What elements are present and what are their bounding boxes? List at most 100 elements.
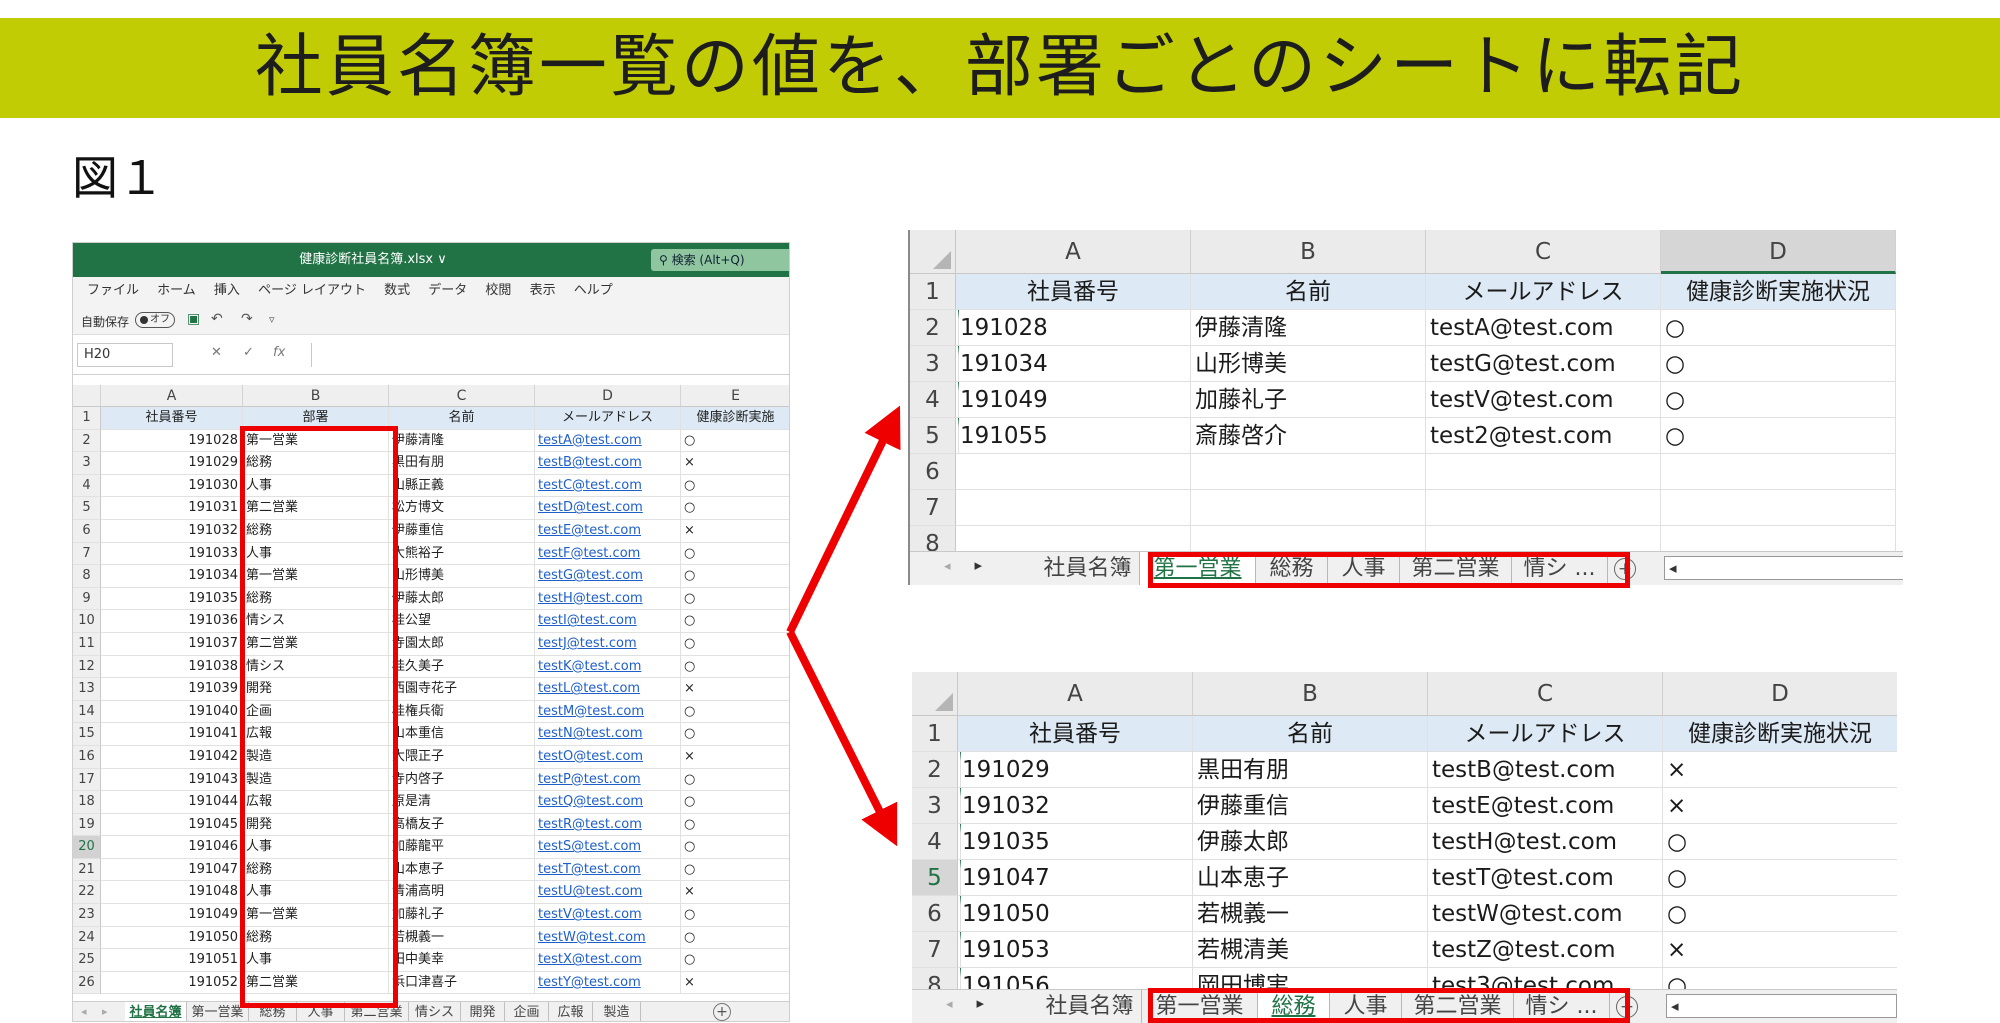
cell-checkup[interactable]: × xyxy=(1663,932,1897,968)
row-number[interactable]: 1 xyxy=(910,274,956,310)
cell-name[interactable]: 若槻義一 xyxy=(1193,896,1428,932)
cell-email[interactable]: testH@test.com xyxy=(1428,824,1663,860)
header-checkup[interactable]: 健康診断実施状況 xyxy=(1661,274,1896,310)
cell-name[interactable]: 加藤礼子 xyxy=(1191,382,1426,418)
cell-employee-id[interactable]: 191047 xyxy=(958,860,1193,896)
cell-employee-id[interactable]: 191035 xyxy=(958,824,1193,860)
column-header-a[interactable]: A xyxy=(958,672,1193,716)
cell-name[interactable]: 伊藤太郎 xyxy=(1193,824,1428,860)
cell-employee-id[interactable]: 191055 xyxy=(956,418,1191,454)
number-as-text-indicator-icon xyxy=(958,346,959,382)
cell-name[interactable] xyxy=(1191,454,1426,490)
number-as-text-indicator-icon xyxy=(960,824,961,860)
row-number[interactable]: 7 xyxy=(910,490,956,526)
cell-email[interactable]: test2@test.com xyxy=(1426,418,1661,454)
select-all-corner[interactable] xyxy=(912,672,958,716)
cell-email[interactable] xyxy=(1426,490,1661,526)
cell-employee-id[interactable] xyxy=(956,454,1191,490)
cell-name[interactable]: 山形博美 xyxy=(1191,346,1426,382)
column-header-c[interactable]: C xyxy=(1428,672,1663,716)
row-number[interactable]: 7 xyxy=(912,932,958,968)
row-number[interactable]: 5 xyxy=(912,860,958,896)
table-row: 5 191047 山本恵子 testT@test.com ○ xyxy=(912,860,1897,896)
sheet-nav-arrows-icon[interactable]: ◂ ▸ xyxy=(944,556,982,574)
cell-checkup[interactable]: ○ xyxy=(1663,896,1897,932)
cell-checkup[interactable]: ○ xyxy=(1663,824,1897,860)
cell-email[interactable]: testV@test.com xyxy=(1426,382,1661,418)
cell-checkup[interactable]: ○ xyxy=(1663,860,1897,896)
sheet-nav-arrows-icon[interactable]: ◂ ▸ xyxy=(946,994,984,1012)
cell-name[interactable]: 伊藤清隆 xyxy=(1191,310,1426,346)
header-name[interactable]: 名前 xyxy=(1193,716,1428,752)
cell-checkup[interactable]: ○ xyxy=(1661,418,1896,454)
cell-name[interactable]: 山本恵子 xyxy=(1193,860,1428,896)
cell-employee-id[interactable]: 191034 xyxy=(956,346,1191,382)
number-as-text-indicator-icon xyxy=(960,752,961,788)
column-header-b[interactable]: B xyxy=(1191,230,1426,274)
cell-employee-id[interactable] xyxy=(956,490,1191,526)
row-number[interactable]: 3 xyxy=(912,788,958,824)
table-row: 4 191049 加藤礼子 testV@test.com ○ xyxy=(910,382,1903,418)
header-employee-id[interactable]: 社員番号 xyxy=(956,274,1191,310)
column-header-d[interactable]: D xyxy=(1661,230,1896,274)
header-name[interactable]: 名前 xyxy=(1191,274,1426,310)
cell-checkup[interactable] xyxy=(1661,490,1896,526)
row-number[interactable]: 2 xyxy=(912,752,958,788)
table-row: 6 191050 若槻義一 testW@test.com ○ xyxy=(912,896,1897,932)
cell-checkup[interactable]: × xyxy=(1663,752,1897,788)
header-email[interactable]: メールアドレス xyxy=(1426,274,1661,310)
header-checkup[interactable]: 健康診断実施状況 xyxy=(1663,716,1897,752)
cell-employee-id[interactable]: 191053 xyxy=(958,932,1193,968)
cell-checkup[interactable]: ○ xyxy=(1661,310,1896,346)
table-row: 6 xyxy=(910,454,1903,490)
column-header-c[interactable]: C xyxy=(1426,230,1661,274)
column-header-b[interactable]: B xyxy=(1193,672,1428,716)
cell-employee-id[interactable]: 191029 xyxy=(958,752,1193,788)
cell-name[interactable]: 若槻清美 xyxy=(1193,932,1428,968)
row-number[interactable]: 6 xyxy=(910,454,956,490)
row-number[interactable]: 1 xyxy=(912,716,958,752)
table-row: 3 191034 山形博美 testG@test.com ○ xyxy=(910,346,1903,382)
cell-email[interactable]: testZ@test.com xyxy=(1428,932,1663,968)
cell-email[interactable]: testT@test.com xyxy=(1428,860,1663,896)
header-employee-id[interactable]: 社員番号 xyxy=(958,716,1193,752)
number-as-text-indicator-icon xyxy=(960,932,961,968)
top-tab-highlight xyxy=(1148,552,1630,588)
cell-email[interactable] xyxy=(1426,454,1661,490)
cell-name[interactable]: 斎藤啓介 xyxy=(1191,418,1426,454)
table-row: 7 191053 若槻清美 testZ@test.com × xyxy=(912,932,1897,968)
horizontal-scrollbar[interactable] xyxy=(1664,556,1903,580)
cell-checkup[interactable]: ○ xyxy=(1661,346,1896,382)
row-number[interactable]: 4 xyxy=(912,824,958,860)
cell-employee-id[interactable]: 191032 xyxy=(958,788,1193,824)
cell-employee-id[interactable]: 191028 xyxy=(956,310,1191,346)
select-all-corner[interactable] xyxy=(910,230,956,274)
column-header-d[interactable]: D xyxy=(1663,672,1897,716)
sheet-tab[interactable]: 社員名簿 xyxy=(1036,552,1140,585)
cell-employee-id[interactable]: 191050 xyxy=(958,896,1193,932)
cell-email[interactable]: testW@test.com xyxy=(1428,896,1663,932)
cell-name[interactable]: 黒田有朋 xyxy=(1193,752,1428,788)
row-number[interactable]: 4 xyxy=(910,382,956,418)
column-header-a[interactable]: A xyxy=(956,230,1191,274)
cell-checkup[interactable]: ○ xyxy=(1661,382,1896,418)
cell-email[interactable]: testE@test.com xyxy=(1428,788,1663,824)
row-number[interactable]: 5 xyxy=(910,418,956,454)
row-number[interactable]: 3 xyxy=(910,346,956,382)
table-row: 2 191029 黒田有朋 testB@test.com × xyxy=(912,752,1897,788)
table-header-row: 1 社員番号 名前 メールアドレス 健康診断実施状況 xyxy=(910,274,1903,310)
sheet-tab[interactable]: 社員名簿 xyxy=(1038,990,1142,1023)
cell-name[interactable]: 伊藤重信 xyxy=(1193,788,1428,824)
row-number[interactable]: 2 xyxy=(910,310,956,346)
cell-email[interactable]: testB@test.com xyxy=(1428,752,1663,788)
cell-email[interactable]: testG@test.com xyxy=(1426,346,1661,382)
cell-employee-id[interactable]: 191049 xyxy=(956,382,1191,418)
cell-checkup[interactable] xyxy=(1661,454,1896,490)
number-as-text-indicator-icon xyxy=(958,418,959,454)
cell-email[interactable]: testA@test.com xyxy=(1426,310,1661,346)
header-email[interactable]: メールアドレス xyxy=(1428,716,1663,752)
row-number[interactable]: 6 xyxy=(912,896,958,932)
horizontal-scrollbar[interactable] xyxy=(1666,994,1897,1018)
cell-checkup[interactable]: × xyxy=(1663,788,1897,824)
cell-name[interactable] xyxy=(1191,490,1426,526)
